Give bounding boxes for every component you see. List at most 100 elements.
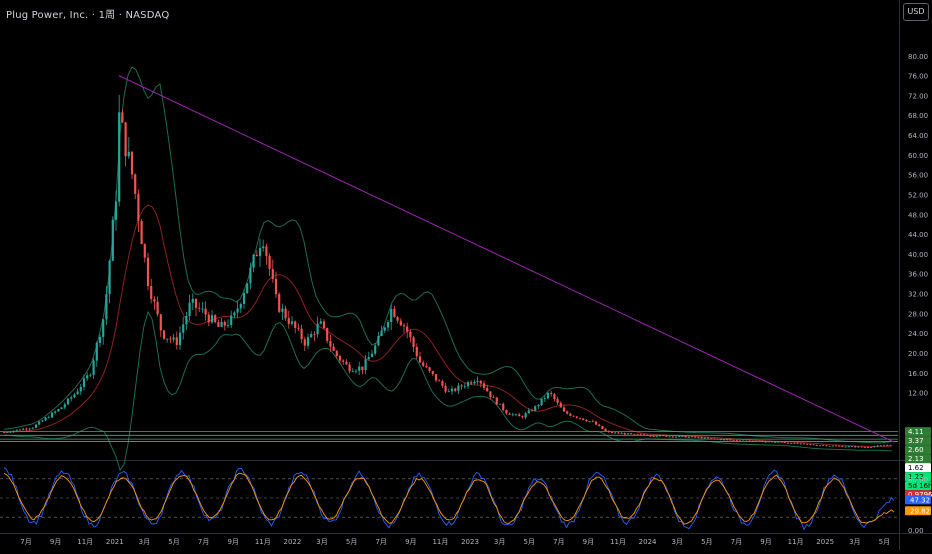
candle-body [230,315,233,326]
candle-body [348,364,351,372]
candle-body [633,433,636,435]
candle-body [428,367,431,371]
candle-body [246,283,249,294]
candle-body [236,308,239,313]
currency-button[interactable]: USD [903,3,929,21]
candle-body [489,391,492,397]
y-tick-label-14: 24.00 [908,330,928,338]
candle-body [652,435,655,437]
x-tick-label-22: 3月 [671,538,682,546]
candle-body [156,301,159,315]
candle-body [201,308,204,310]
candle-body [854,446,857,448]
candle-body [889,444,892,446]
price-badge-label-1: 3.37 [908,437,924,445]
candle-body [182,324,185,333]
x-tick-label-10: 3月 [316,538,327,546]
candle-body [457,385,460,391]
candle-body [671,436,674,438]
candle-body [345,361,348,365]
candle-body [690,436,694,438]
candle-body [239,303,242,309]
candle-body [86,375,89,379]
candle-body [598,424,601,427]
candle-body [31,427,34,429]
candle-body [188,302,191,317]
bollinger-middle-line [3,204,893,448]
candle-body [274,278,278,295]
candle-body [361,366,364,371]
candle-body [527,410,530,414]
candle-body [466,382,470,387]
candle-body [63,404,66,408]
candle-body [722,439,726,441]
candle-body [294,321,297,329]
candle-body [582,418,585,420]
candle-body [751,441,754,443]
candle-body [710,438,713,440]
candle-body [409,331,412,338]
candle-body [566,411,569,414]
candle-body [220,321,223,327]
candle-body [89,374,92,376]
candle-body [249,267,252,284]
candle-body [783,442,786,444]
candle-body [70,397,73,399]
candle-body [655,436,658,438]
candle-body [150,286,153,300]
candle-body [214,315,217,323]
candle-body [92,360,95,375]
chart-svg[interactable]: 80.00 76.00 72.00 68.00 64.00 60.00 56.00 52.00… [0,0,932,550]
candle-body [866,447,870,449]
candle-body [697,437,700,439]
candle-body [838,445,841,447]
candle-body [198,307,201,309]
candle-body [780,441,783,443]
candle-body [572,415,575,417]
candle-body [802,443,806,445]
candle-body [268,256,271,270]
x-tick-label-24: 7月 [731,538,742,546]
x-tick-label-11: 5月 [346,538,357,546]
x-tick-label-26: 11月 [788,538,804,546]
candle-body [422,362,425,366]
candle-body [694,436,697,438]
candle-body [226,325,230,326]
candle-body [777,441,780,443]
candle-body [569,413,572,416]
x-tick-label-19: 9月 [583,538,594,546]
x-tick-label-9: 2022 [283,538,301,546]
candle-body [204,308,207,315]
x-tick-label-13: 9月 [405,538,416,546]
candle-body [44,417,47,421]
candle-body [460,385,463,387]
candle-body [796,442,799,444]
y-tick-label-16: 16.00 [908,370,928,378]
candle-body [166,338,169,340]
candle-body [383,327,386,331]
candle-body [412,337,415,348]
candle-body [559,402,562,408]
x-tick-label-5: 5月 [168,538,179,546]
x-tick-label-20: 11月 [610,538,626,546]
x-tick-label-14: 11月 [432,538,448,546]
candle-body [73,394,76,398]
candle-body [850,446,854,448]
candle-body [742,440,745,442]
osc-y-tick-1: 0.00 [908,527,924,535]
candle-body [495,397,498,405]
candle-body [534,406,537,411]
candle-body [12,430,15,432]
candle-body [767,441,770,443]
candle-body [431,370,434,375]
x-tick-label-12: 7月 [375,538,386,546]
candle-body [402,325,406,327]
chart-root: 80.00 76.00 72.00 68.00 64.00 60.00 56.00 52.00… [0,0,932,550]
candle-body [338,355,342,361]
y-tick-label-13: 28.00 [908,310,928,318]
candle-body [502,403,505,411]
candle-body [118,112,121,202]
candle-body [9,431,12,433]
candle-body [735,440,738,441]
candle-body [255,254,258,257]
